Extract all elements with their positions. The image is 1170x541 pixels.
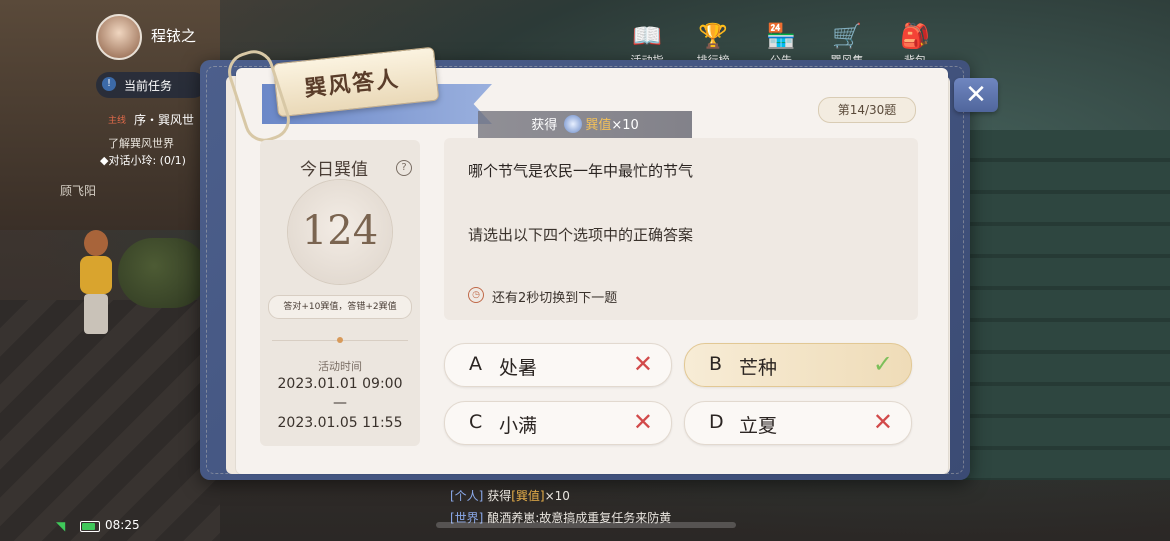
activity-time-end: 2023.01.05 11:55 (277, 415, 403, 431)
npc-character[interactable] (76, 230, 120, 340)
option-letter: A (469, 353, 482, 375)
score-rule: 答对+10巽值，答错+2巽值 (268, 295, 412, 319)
chat-channel-tag: [个人] (450, 489, 484, 503)
activity-time-separator: — (333, 395, 347, 411)
wrong-cross-icon: ✕ (632, 350, 653, 378)
battery-icon (80, 521, 100, 532)
cart-icon[interactable]: 🛒 (832, 22, 862, 50)
next-question-timer: 还有2秒切换到下一题 (492, 291, 618, 306)
player-name: 程铱之 (151, 27, 197, 45)
wrong-cross-icon: ✕ (632, 408, 653, 436)
npc-name-label: 顾飞阳 (60, 184, 97, 198)
quest-panel[interactable]: ! 当前任务 (96, 72, 206, 98)
wrong-cross-icon: ✕ (872, 408, 893, 436)
option-label: 处暑 (499, 357, 538, 379)
option-label: 芒种 (739, 357, 778, 379)
status-clock: 08:25 (105, 518, 140, 532)
question-counter: 第14/30题 (818, 97, 916, 123)
activity-time-label: 活动时间 (318, 360, 362, 373)
npc-torso (80, 256, 112, 294)
option-a-button[interactable]: A 处暑 ✕ (444, 343, 672, 387)
option-label: 立夏 (739, 415, 778, 437)
scene-door (960, 130, 1170, 480)
npc-legs (84, 294, 108, 334)
chat-message[interactable]: [个人] 获得[巽值]×10 (450, 487, 570, 504)
quest-progress: ◆对话小玲: (0/1) (100, 154, 186, 167)
correct-check-icon: ✓ (872, 350, 893, 378)
option-c-button[interactable]: C 小满 ✕ (444, 401, 672, 445)
option-b-button[interactable]: B 芒种 ✓ (684, 343, 912, 387)
chat-text: 获得 (483, 489, 512, 503)
reward-prefix: 获得 (531, 118, 558, 133)
reward-item: 巽值 (585, 118, 612, 133)
scene-bush (118, 238, 208, 308)
quest-panel-label: 当前任务 (124, 79, 173, 93)
stats-title: 今日巽值 (300, 160, 368, 180)
close-icon: ✕ (965, 80, 987, 110)
xunzhi-coin-icon (564, 115, 583, 133)
option-letter: C (469, 411, 483, 433)
player-avatar[interactable] (96, 14, 142, 60)
npc-head (84, 230, 108, 256)
reward-amount: ×10 (611, 118, 639, 133)
help-icon[interactable]: ? (396, 160, 412, 176)
chat-scroll-handle[interactable] (436, 522, 736, 528)
wifi-icon: ◥ (56, 519, 66, 533)
quest-icon: ! (102, 77, 116, 91)
quest-tag: 主线 (108, 116, 127, 126)
book-icon[interactable]: 📖 (632, 22, 662, 50)
activity-time-start: 2023.01.01 09:00 (277, 376, 403, 392)
reward-toast: 获得 巽值×10 (478, 111, 692, 141)
battery-fill (82, 523, 95, 530)
divider-dot (337, 337, 343, 343)
close-button[interactable]: ✕ (954, 78, 998, 112)
option-d-button[interactable]: D 立夏 ✕ (684, 401, 912, 445)
chat-suffix: ×10 (544, 489, 570, 503)
score-value: 124 (301, 208, 379, 254)
option-label: 小满 (499, 415, 538, 437)
question-instruction: 请选出以下四个选项中的正确答案 (468, 226, 694, 244)
quest-description: 了解巽风世界 (108, 137, 174, 150)
option-letter: D (709, 411, 724, 433)
option-letter: B (709, 353, 723, 375)
question-text: 哪个节气是农民一年中最忙的节气 (468, 162, 694, 180)
chat-item: [巽值] (511, 489, 545, 503)
trophy-icon[interactable]: 🏆 (698, 22, 728, 50)
bag-icon[interactable]: 🎒 (900, 22, 930, 50)
clock-icon: ◷ (468, 287, 484, 303)
quest-title[interactable]: 序・巽风世 (134, 111, 194, 128)
shop-icon[interactable]: 🏪 (766, 22, 796, 50)
